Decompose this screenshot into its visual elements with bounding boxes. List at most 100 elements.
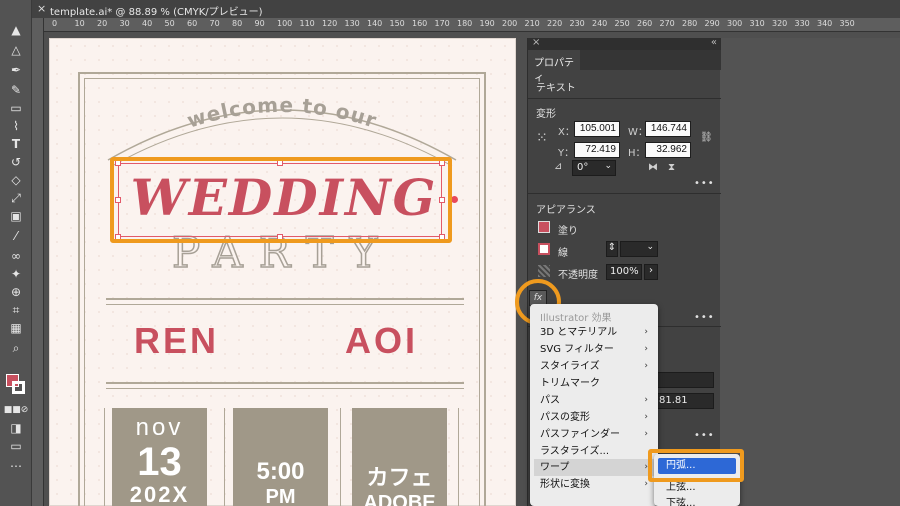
ruler-tick-label: 10 [74, 19, 85, 28]
submenu-item-arc-lower[interactable]: 下弦... [666, 494, 696, 506]
card-month: nov [135, 414, 184, 441]
flip-vertical-icon[interactable]: ⧗ [668, 162, 675, 173]
ruler-tick-label: 160 [412, 19, 428, 28]
more-tools-icon[interactable]: ⋯ [6, 458, 26, 474]
graph-tool-icon[interactable]: ▦ [6, 320, 26, 336]
eyedropper-tool-icon[interactable]: ⁄ [6, 228, 26, 244]
venue-card[interactable]: カフェ ADOBE [352, 408, 447, 506]
ruler-tick-label: 200 [502, 19, 518, 28]
menu-item-pathfinder[interactable]: パスファインダー › [540, 426, 656, 443]
hidden-value: 81.81 [659, 395, 688, 406]
fill-color-swatch[interactable] [538, 221, 550, 233]
ruler-tick-label: 40 [142, 19, 153, 28]
ruler-tick-label: 270 [659, 19, 675, 28]
menu-item-label: ラスタライズ... [540, 446, 610, 457]
angle-value: 0° [577, 162, 589, 173]
menu-header: Illustrator 効果 [540, 313, 612, 324]
pen-tool-icon[interactable]: ✒ [6, 62, 26, 78]
stroke-label: 線 [558, 248, 568, 259]
artboard-tool-icon[interactable]: ⌗ [6, 302, 26, 318]
panel-collapse-icon[interactable]: « [711, 37, 717, 48]
highlight-wedding [110, 157, 452, 243]
color-mode-icons[interactable]: ■■⊘ [4, 402, 29, 418]
horizontal-ruler[interactable]: 0 10 20 30 40 50 60 70 80 90 100 110 120 130 140 150 160… [44, 18, 900, 32]
card-day: 13 [137, 440, 182, 484]
zoom-tool-icon[interactable]: ⌕ [6, 340, 26, 356]
ruler-tick-label: 100 [277, 19, 293, 28]
workspace-background [720, 38, 900, 506]
separator [528, 193, 721, 194]
date-card[interactable]: nov 13 202X [112, 408, 207, 506]
close-document-icon[interactable]: × [37, 2, 46, 15]
highlight-arc [648, 449, 744, 482]
menu-item-svg-filter[interactable]: SVG フィルター › [540, 341, 656, 358]
menu-item-label: パス [540, 395, 560, 406]
ruler-tick-label: 30 [119, 19, 130, 28]
h-field[interactable]: 32.962 [645, 142, 691, 158]
text-path-handle[interactable] [451, 196, 458, 203]
scale-tool-icon[interactable]: ⤢ [6, 190, 26, 206]
direct-selection-tool-icon[interactable]: △ [6, 42, 26, 58]
y-field[interactable]: 72.419 [574, 142, 620, 158]
opacity-field[interactable]: 100% [606, 264, 642, 280]
ruler-tick-label: 20 [97, 19, 108, 28]
selection-tool-icon[interactable]: ▲ [6, 22, 26, 38]
ruler-tick-label: 350 [839, 19, 855, 28]
menu-item-3d[interactable]: 3D とマテリアル › [540, 324, 656, 341]
name-right[interactable]: AOI [345, 320, 418, 362]
menu-item-distort[interactable]: パスの変形 › [540, 409, 656, 426]
menu-item-label: パスの変形 [540, 412, 590, 423]
stroke-weight-field[interactable]: ⌄ [620, 241, 658, 257]
separator [528, 98, 721, 99]
menu-item-label: 形状に変換 [540, 479, 590, 490]
divider-top [106, 298, 464, 300]
chevron-down-icon: ⌄ [646, 242, 654, 252]
x-field[interactable]: 105.001 [574, 121, 620, 137]
document-tab[interactable]: × template.ai* @ 88.89 % (CMYK/プレビュー) [32, 0, 900, 18]
stroke-swatch[interactable] [12, 381, 25, 394]
card-venue-en: ADOBE [363, 492, 436, 506]
draw-mode-icon[interactable]: ◨ [6, 420, 26, 436]
panel-close-icon[interactable]: × [532, 37, 540, 48]
ruler-tick-label: 220 [547, 19, 563, 28]
ruler-tick-label: 50 [164, 19, 175, 28]
rectangle-tool-icon[interactable]: ▭ [6, 100, 26, 116]
divider-top-thin [106, 304, 464, 305]
vertical-ruler[interactable] [32, 18, 44, 506]
screen-mode-icon[interactable]: ▭ [6, 438, 26, 454]
menu-item-stylize[interactable]: スタイライズ › [540, 358, 656, 375]
paintbrush-tool-icon[interactable]: ⌇ [6, 118, 26, 134]
tab-properties[interactable]: プロパティ [528, 50, 580, 84]
pencil-tool-icon[interactable]: ✎ [6, 82, 26, 98]
symbol-sprayer-icon[interactable]: ✦ [6, 266, 26, 282]
ruler-tick-label: 310 [749, 19, 765, 28]
more-transform-button[interactable]: ••• [694, 178, 715, 189]
hidden-dropdown[interactable] [656, 372, 714, 388]
eraser-tool-icon[interactable]: ◇ [6, 172, 26, 188]
flip-horizontal-icon[interactable]: ⧓ [648, 162, 658, 173]
shape-builder-icon[interactable]: ⊕ [6, 284, 26, 300]
angle-field[interactable]: 0° ⌄ [572, 160, 616, 176]
menu-item-trim-marks[interactable]: トリムマーク [540, 375, 656, 392]
more-button[interactable]: ••• [694, 430, 715, 441]
more-appearance-button[interactable]: ••• [694, 312, 715, 323]
type-tool-icon[interactable]: T [6, 136, 26, 152]
submenu-arrow-icon: › [644, 395, 648, 405]
menu-item-convert-shape[interactable]: 形状に変換 › [540, 476, 656, 493]
gradient-tool-icon[interactable]: ▣ [6, 208, 26, 224]
time-card[interactable]: 5:00 PM [233, 408, 328, 506]
menu-item-path[interactable]: パス › [540, 392, 656, 409]
menu-item-rasterize[interactable]: ラスタライズ... [540, 443, 656, 460]
menu-item-warp[interactable]: ワープ › [534, 459, 656, 476]
stroke-stepper[interactable]: ⇕ [606, 241, 618, 257]
name-left[interactable]: REN [134, 320, 219, 362]
reference-point-icon[interactable]: ⁙ [536, 130, 548, 146]
rotate-tool-icon[interactable]: ↺ [6, 154, 26, 170]
ruler-tick-label: 180 [457, 19, 473, 28]
hidden-field[interactable]: 81.81 [656, 393, 714, 409]
stroke-color-swatch[interactable] [538, 243, 550, 255]
blend-tool-icon[interactable]: ∞ [6, 248, 26, 264]
w-field[interactable]: 146.744 [645, 121, 691, 137]
constrain-proportions-icon[interactable]: ⛓ [700, 132, 713, 143]
opacity-menu-button[interactable]: › [644, 264, 658, 280]
